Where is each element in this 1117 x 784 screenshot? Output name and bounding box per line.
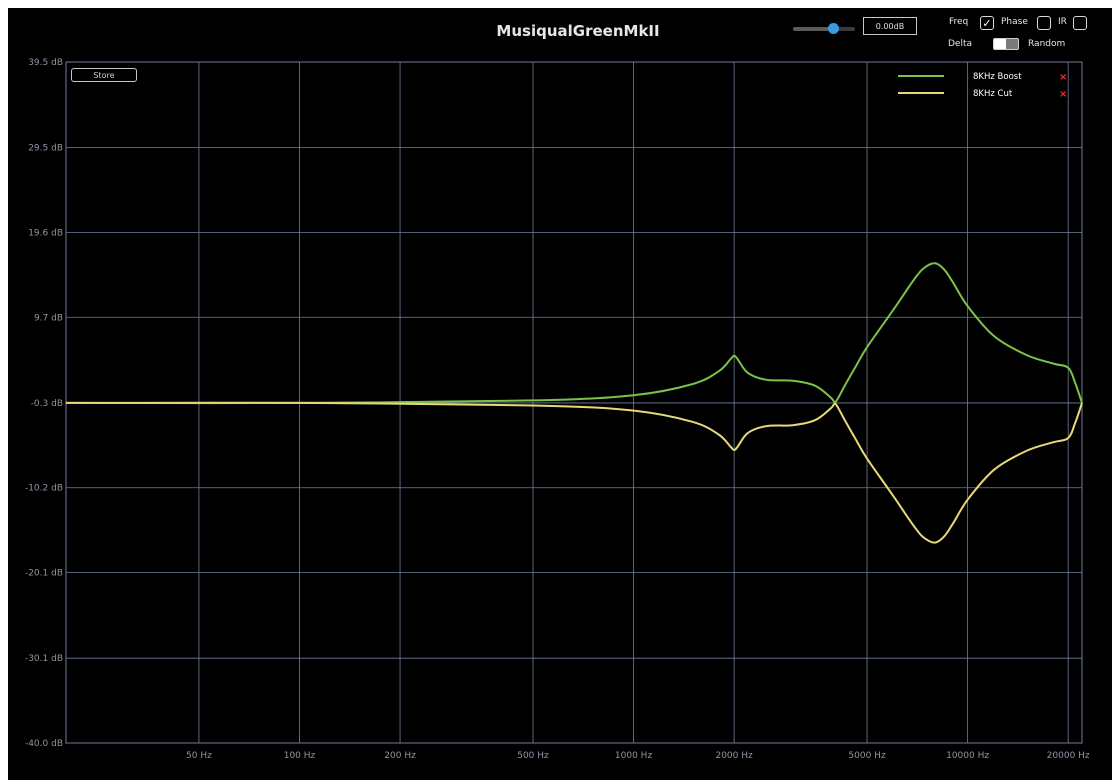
series-line-cut [65, 401, 1083, 544]
phase-label: Phase [1001, 17, 1028, 27]
plugin-window: 39.5 dB 29.5 dB 19.6 dB 9.7 dB -0.3 dB -10.2 … [8, 8, 1112, 780]
freq-checkbox[interactable]: ✓ [980, 16, 994, 30]
y-tick-label: 9.7 dB [34, 313, 63, 323]
x-tick-label: 50 Hz [186, 751, 212, 761]
x-tick-label: 10000 Hz [946, 751, 989, 761]
gain-value-field[interactable] [863, 17, 917, 35]
freq-label: Freq [949, 17, 969, 27]
y-tick-label: -10.2 dB [25, 484, 63, 494]
frequency-response-chart: 39.5 dB 29.5 dB 19.6 dB 9.7 dB -0.3 dB -10.2 … [25, 58, 1090, 761]
x-tick-label: 5000 Hz [848, 751, 886, 761]
x-tick-label: 200 Hz [384, 751, 416, 761]
delta-random-switch[interactable] [993, 38, 1019, 50]
x-tick-label: 1000 Hz [615, 751, 653, 761]
random-label: Random [1028, 39, 1066, 49]
remove-series-icon[interactable]: × [1059, 89, 1067, 100]
slider-thumb[interactable] [827, 23, 839, 34]
legend-label: 8KHz Cut [973, 89, 1013, 99]
y-tick-label: -30.1 dB [25, 654, 63, 664]
x-tick-label: 500 Hz [517, 751, 549, 761]
y-tick-label: -40.0 dB [25, 739, 63, 749]
store-button[interactable]: Store [71, 68, 137, 82]
y-tick-label: 19.6 dB [28, 228, 63, 238]
legend: 8KHz Boost × 8KHz Cut × [898, 72, 1067, 100]
y-tick-label: -0.3 dB [31, 399, 63, 409]
y-tick-label: -20.1 dB [25, 569, 63, 579]
phase-checkbox[interactable] [1037, 16, 1051, 30]
series-line-boost [65, 262, 1083, 405]
output-gain-slider[interactable] [793, 23, 855, 34]
x-tick-label: 2000 Hz [715, 751, 753, 761]
ir-checkbox[interactable] [1073, 16, 1087, 30]
switch-knob [994, 39, 1006, 49]
check-icon: ✓ [982, 16, 992, 30]
delta-label: Delta [948, 39, 973, 49]
ir-label: IR [1058, 17, 1067, 27]
y-tick-label: 39.5 dB [28, 58, 63, 68]
x-tick-label: 20000 Hz [1047, 751, 1090, 761]
legend-label: 8KHz Boost [973, 72, 1022, 82]
plugin-title: MusiqualGreenMkII [496, 22, 660, 40]
x-axis-labels: 50 Hz 100 Hz 200 Hz 500 Hz 1000 Hz 2000 Hz 500… [186, 751, 1090, 761]
remove-series-icon[interactable]: × [1059, 72, 1067, 83]
x-tick-label: 100 Hz [284, 751, 316, 761]
y-tick-label: 29.5 dB [28, 144, 63, 154]
y-axis-labels: 39.5 dB 29.5 dB 19.6 dB 9.7 dB -0.3 dB -10.2 … [25, 58, 63, 749]
slider-fill [793, 27, 833, 31]
